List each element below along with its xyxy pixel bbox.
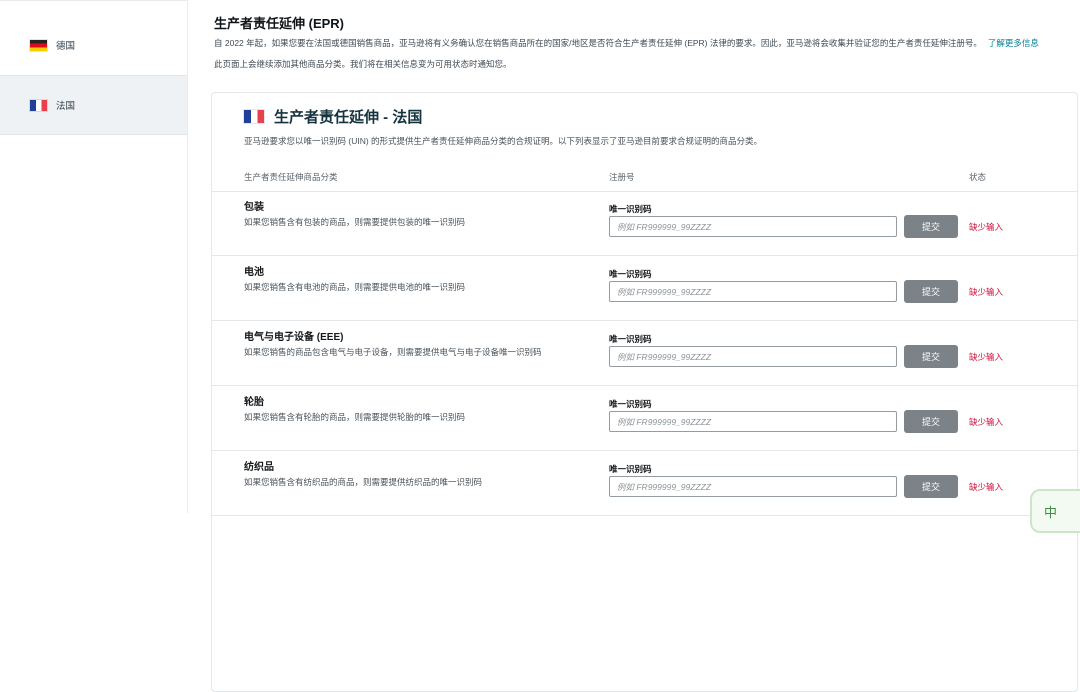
sidebar-item-label: 法国 [56,98,75,112]
category-name: 电池 [244,263,264,278]
intro-text: 自 2022 年起，如果您要在法国或德国销售商品，亚马逊将有义务确认您在销售商品… [214,38,982,48]
uin-label: 唯一识别码 [609,333,652,345]
category-name: 包装 [244,198,264,213]
epr-rows: 包装 如果您销售含有包装的商品，则需要提供包装的唯一识别码 唯一识别码 提交 缺… [212,191,1077,516]
table-row: 包装 如果您销售含有包装的商品，则需要提供包装的唯一识别码 唯一识别码 提交 缺… [212,191,1077,256]
learn-more-link[interactable]: 了解更多信息 [988,38,1039,48]
card-title: 生产者责任延伸 - 法国 [274,106,422,127]
note-paragraph: 此页面上会继续添加其他商品分类。我们将在相关信息变为可用状态时通知您。 [214,58,512,70]
uin-label: 唯一识别码 [609,463,652,475]
submit-button[interactable]: 提交 [904,410,958,433]
epr-france-card: 生产者责任延伸 - 法国 亚马逊要求您以唯一识别码 (UIN) 的形式提供生产者… [211,92,1078,692]
status-missing-input: 缺少输入 [969,221,1003,233]
status-missing-input: 缺少输入 [969,416,1003,428]
category-description: 如果您销售含有轮胎的商品，则需要提供轮胎的唯一识别码 [244,411,465,423]
status-missing-input: 缺少输入 [969,286,1003,298]
uin-input[interactable] [609,346,897,367]
table-header-row: 生产者责任延伸商品分类 注册号 状态 [212,165,1077,192]
uin-label: 唯一识别码 [609,398,652,410]
sidebar-item-france[interactable]: 法国 [0,75,187,135]
translate-widget[interactable]: 中 [1030,489,1080,533]
status-missing-input: 缺少输入 [969,351,1003,363]
submit-button[interactable]: 提交 [904,345,958,368]
intro-paragraph: 自 2022 年起，如果您要在法国或德国销售商品，亚马逊将有义务确认您在销售商品… [214,37,1039,49]
category-description: 如果您销售含有电池的商品，则需要提供电池的唯一识别码 [244,281,465,293]
germany-flag-icon [30,40,47,51]
uin-label: 唯一识别码 [609,203,652,215]
sidebar-item-label: 德国 [56,38,75,52]
submit-button[interactable]: 提交 [904,280,958,303]
table-row: 轮胎 如果您销售含有轮胎的商品，则需要提供轮胎的唯一识别码 唯一识别码 提交 缺… [212,386,1077,451]
france-flag-icon [30,100,47,111]
status-missing-input: 缺少输入 [969,481,1003,493]
category-description: 如果您销售含有纺织品的商品，则需要提供纺织品的唯一识别码 [244,476,482,488]
country-sidebar: 德国 法国 [0,0,188,513]
table-row: 电池 如果您销售含有电池的商品，则需要提供电池的唯一识别码 唯一识别码 提交 缺… [212,256,1077,321]
sidebar-item-germany[interactable]: 德国 [0,1,187,75]
uin-label: 唯一识别码 [609,268,652,280]
column-header-status: 状态 [969,171,986,183]
category-name: 电气与电子设备 (EEE) [244,328,343,343]
card-subtitle: 亚马逊要求您以唯一识别码 (UIN) 的形式提供生产者责任延伸商品分类的合规证明… [244,135,762,147]
table-row: 电气与电子设备 (EEE) 如果您销售的商品包含电气与电子设备，则需要提供电气与… [212,321,1077,386]
category-description: 如果您销售的商品包含电气与电子设备，则需要提供电气与电子设备唯一识别码 [244,346,542,358]
france-flag-icon [244,110,264,123]
submit-button[interactable]: 提交 [904,475,958,498]
translate-widget-label: 中 [1044,502,1057,521]
category-name: 轮胎 [244,393,264,408]
category-name: 纺织品 [244,458,274,473]
page-title: 生产者责任延伸 (EPR) [214,13,344,32]
uin-input[interactable] [609,411,897,432]
card-header: 生产者责任延伸 - 法国 [244,106,422,127]
submit-button[interactable]: 提交 [904,215,958,238]
table-row: 纺织品 如果您销售含有纺织品的商品，则需要提供纺织品的唯一识别码 唯一识别码 提… [212,451,1077,516]
main-content: 生产者责任延伸 (EPR) 自 2022 年起，如果您要在法国或德国销售商品，亚… [189,0,1080,513]
category-description: 如果您销售含有包装的商品，则需要提供包装的唯一识别码 [244,216,465,228]
column-header-category: 生产者责任延伸商品分类 [244,171,338,183]
column-header-registration: 注册号 [609,171,635,183]
uin-input[interactable] [609,216,897,237]
uin-input[interactable] [609,476,897,497]
uin-input[interactable] [609,281,897,302]
